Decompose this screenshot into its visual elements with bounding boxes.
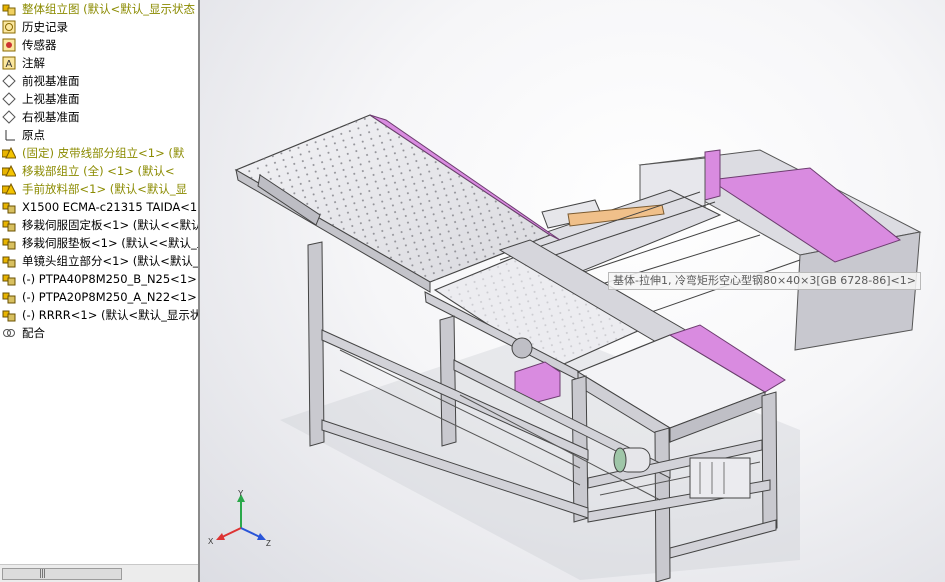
assembly-icon xyxy=(2,2,16,16)
plane-icon xyxy=(2,92,16,106)
annotation-icon: A xyxy=(2,56,16,70)
tree-item-label: (-) RRRR<1> (默认<默认_显示状 xyxy=(22,308,200,322)
tree-item-label: 整体组立图 (默认<默认_显示状态 xyxy=(22,2,196,16)
tree-item-label: (-) PTPA40P8M250_B_N25<1> ( xyxy=(22,272,200,286)
drive-box xyxy=(689,457,751,499)
tree-item-label: 移栽伺服垫板<1> (默认<<默认_显 xyxy=(22,236,200,250)
tree-item-label: 右视基准面 xyxy=(22,110,80,124)
subassembly-icon xyxy=(2,272,16,286)
feature-tree-panel[interactable]: 整体组立图 (默认<默认_显示状态 历史记录传感器 A 注解前视基准面上视基准面右视基… xyxy=(0,0,200,582)
plane-icon xyxy=(2,74,16,88)
tree-item-label: 配合 xyxy=(22,326,45,340)
grip-icon: ||| xyxy=(39,569,46,579)
scrollbar-thumb[interactable]: ||| xyxy=(2,568,122,580)
tree-item-label: 传感器 xyxy=(22,38,57,52)
sensor-icon xyxy=(2,38,16,52)
tree-item-label: 单镜头组立部分<1> (默认<默认_显 xyxy=(22,254,200,268)
triad-y-label: Y xyxy=(238,489,244,498)
subassembly-icon xyxy=(2,290,16,304)
selection-tooltip: 基体-拉伸1, 冷弯矩形空心型钢80×40×3[GB 6728-86]<1> xyxy=(608,272,921,290)
tree-item-label: 移栽部组立 (全) <1> (默认< xyxy=(22,164,175,178)
tree-item-label: X1500 ECMA-c21315 TAIDA<1> xyxy=(22,200,200,214)
axis-triad: Y X Z xyxy=(208,489,271,548)
svg-text:A: A xyxy=(6,59,13,70)
subassembly-icon xyxy=(2,200,16,214)
model-viewport[interactable]: 基体-拉伸1, 冷弯矩形空心型钢80×40×3[GB 6728-86]<1> Y… xyxy=(200,0,945,582)
mates-icon xyxy=(2,326,16,340)
tree-item-label: 原点 xyxy=(22,128,45,142)
tree-item-label: (-) PTPA20P8M250_A_N22<1> ( xyxy=(22,290,200,304)
history-icon xyxy=(2,20,16,34)
tree-item-label: 注解 xyxy=(22,56,45,70)
triad-x-label: X xyxy=(208,537,214,546)
origin-icon xyxy=(2,128,16,142)
subassembly-warning-icon xyxy=(1,146,17,160)
pink-panel-back xyxy=(704,149,721,201)
tree-item-label: 移栽伺服固定板<1> (默认<<默认 xyxy=(22,218,200,232)
horizontal-scrollbar[interactable]: ||| xyxy=(0,564,198,582)
subassembly-icon xyxy=(2,218,16,232)
subassembly-warning-icon xyxy=(1,182,17,196)
machine-model[interactable] xyxy=(200,0,945,582)
tree-item-label: (固定) 皮带线部分组立<1> (默 xyxy=(22,146,185,160)
plane-icon xyxy=(2,110,16,124)
subassembly-icon xyxy=(2,254,16,268)
tree-item-label: 历史记录 xyxy=(22,20,68,34)
tree-item-label: 上视基准面 xyxy=(22,92,80,106)
subassembly-icon xyxy=(2,308,16,322)
tree-item-label: 前视基准面 xyxy=(22,74,80,88)
triad-z-label: Z xyxy=(266,539,271,548)
subassembly-icon xyxy=(2,236,16,250)
subassembly-warning-icon xyxy=(1,164,17,178)
tree-item-label: 手前放料部<1> (默认<默认_显 xyxy=(22,182,188,196)
